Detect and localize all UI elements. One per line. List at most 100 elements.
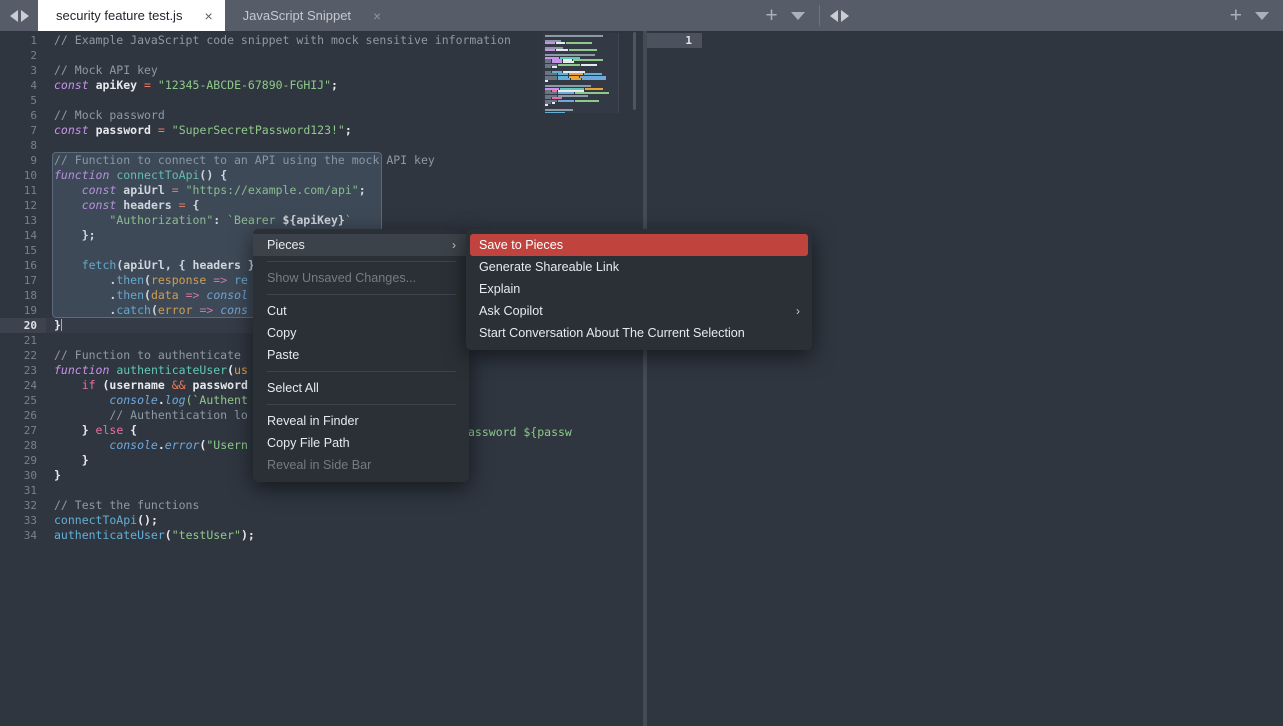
- code-line[interactable]: connectToApi();: [46, 513, 643, 528]
- code-token: ;: [344, 123, 352, 137]
- code-token: =: [171, 183, 179, 197]
- code-token: .: [54, 288, 117, 302]
- code-line[interactable]: authenticateUser("testUser");: [46, 528, 643, 543]
- menu-item-cut[interactable]: Cut: [253, 300, 469, 322]
- minimap-segment: [585, 87, 603, 90]
- menu-item-label: Cut: [267, 304, 287, 318]
- chevron-right-icon[interactable]: [840, 9, 849, 22]
- menu-item-label: Reveal in Side Bar: [267, 458, 372, 472]
- minimap-segment: [545, 35, 603, 37]
- code-line[interactable]: const headers = {: [46, 198, 643, 213]
- minimap-segment: [545, 66, 551, 69]
- menu-item-label: Show Unsaved Changes...: [267, 271, 417, 285]
- menu-item-copy-file-path[interactable]: Copy File Path: [253, 432, 469, 454]
- code-token: () {: [199, 168, 228, 182]
- code-token: authenticateUser: [116, 363, 228, 377]
- line-number: 34: [23, 529, 37, 542]
- code-token: (: [144, 273, 151, 287]
- code-line[interactable]: "Authorization": `Bearer ${apiKey}`: [46, 213, 643, 228]
- tab-actions-left: +: [751, 0, 818, 31]
- line-number: 31: [23, 484, 37, 497]
- code-token: =: [144, 78, 151, 92]
- chevron-right-icon[interactable]: [21, 9, 29, 22]
- submenu-item-label: Generate Shareable Link: [479, 260, 620, 274]
- submenu-item-ask-copilot[interactable]: Ask Copilot ›: [466, 300, 812, 322]
- code-line[interactable]: // Test the functions: [46, 498, 643, 513]
- menu-item-reveal-in-finder[interactable]: Reveal in Finder: [253, 410, 469, 432]
- minimap-segment: [558, 99, 574, 102]
- code-token: authenticateUser: [54, 528, 165, 542]
- code-line[interactable]: // Function to connect to an API using t…: [46, 153, 643, 168]
- tab-nav-arrows[interactable]: [0, 0, 38, 31]
- new-tab-icon[interactable]: +: [765, 5, 777, 26]
- menu-item-paste[interactable]: Paste: [253, 344, 469, 366]
- minimap-segment: [545, 49, 555, 52]
- submenu-item-save-to-pieces[interactable]: Save to Pieces: [470, 234, 808, 256]
- line-number: 22: [23, 349, 37, 362]
- code-token: `: [344, 213, 352, 227]
- code-token: ();: [137, 513, 158, 527]
- tab-label: security feature test.js: [56, 8, 183, 23]
- code-token: `Bearer: [227, 213, 283, 227]
- chevron-left-icon[interactable]: [829, 9, 838, 22]
- line-number: 16: [23, 259, 37, 272]
- minimap-segment: [582, 78, 606, 81]
- minimap-segment: [552, 66, 557, 69]
- app-root: security feature test.js × JavaScript Sn…: [0, 0, 1283, 726]
- line-number: 7: [30, 124, 37, 137]
- minimap-line: [545, 78, 616, 81]
- code-line[interactable]: const apiUrl = "https://example.com/api"…: [46, 183, 643, 198]
- editor-scrollbar[interactable]: [619, 31, 643, 726]
- tab-javascript-snippet[interactable]: JavaScript Snippet ×: [225, 0, 394, 31]
- minimap-segment: [581, 63, 597, 66]
- code-token: const: [54, 123, 89, 137]
- code-token: &&: [171, 378, 186, 392]
- close-icon[interactable]: ×: [204, 9, 212, 23]
- minimap-segment: [558, 94, 588, 97]
- pane-edge: [645, 31, 647, 726]
- chevron-left-icon[interactable]: [10, 9, 18, 22]
- menu-item-select-all[interactable]: Select All: [253, 377, 469, 399]
- code-line[interactable]: [46, 138, 643, 153]
- menu-item-pieces[interactable]: Pieces ›: [253, 234, 469, 256]
- submenu-item-start-conversation-about-the-current-selection[interactable]: Start Conversation About The Current Sel…: [466, 322, 812, 344]
- chevron-down-icon[interactable]: [1254, 11, 1269, 20]
- pieces-submenu[interactable]: Save to Pieces Generate Shareable Link Exp…: [466, 229, 812, 350]
- code-line[interactable]: [46, 483, 643, 498]
- close-icon[interactable]: ×: [373, 9, 381, 23]
- code-line[interactable]: function connectToApi() {: [46, 168, 643, 183]
- code-token: else: [95, 423, 124, 437]
- tab-security-feature-test[interactable]: security feature test.js ×: [38, 0, 225, 31]
- submenu-item-explain[interactable]: Explain: [466, 278, 812, 300]
- code-token: console: [109, 393, 158, 407]
- new-tab-icon[interactable]: +: [1230, 5, 1242, 26]
- code-token: apiUrl: [123, 183, 165, 197]
- code-token: {: [123, 423, 138, 437]
- code-token: // Function to connect to an API using t…: [54, 153, 435, 167]
- tab-nav-arrows-right[interactable]: [820, 0, 858, 31]
- editor-minimap[interactable]: [543, 33, 619, 113]
- line-number: 32: [23, 499, 37, 512]
- submenu-item-generate-shareable-link[interactable]: Generate Shareable Link: [466, 256, 812, 278]
- code-token: =>: [185, 288, 200, 302]
- code-token: =>: [199, 303, 214, 317]
- code-token: }: [54, 423, 96, 437]
- chevron-down-icon[interactable]: [790, 11, 805, 20]
- code-line[interactable]: const password = "SuperSecretPassword123…: [46, 123, 643, 138]
- submenu-item-label: Start Conversation About The Current Sel…: [479, 326, 745, 340]
- scrollbar-thumb[interactable]: [633, 32, 636, 110]
- context-menu[interactable]: Pieces › Show Unsaved Changes... Cut Copy Pas…: [253, 229, 469, 482]
- line-number: 13: [23, 214, 37, 227]
- line-number: 4: [30, 79, 37, 92]
- editor-pane-right[interactable]: 1: [645, 31, 1283, 726]
- text-cursor: [60, 319, 63, 331]
- menu-item-copy[interactable]: Copy: [253, 322, 469, 344]
- line-number: 3: [30, 64, 37, 77]
- line-number: 21: [23, 334, 37, 347]
